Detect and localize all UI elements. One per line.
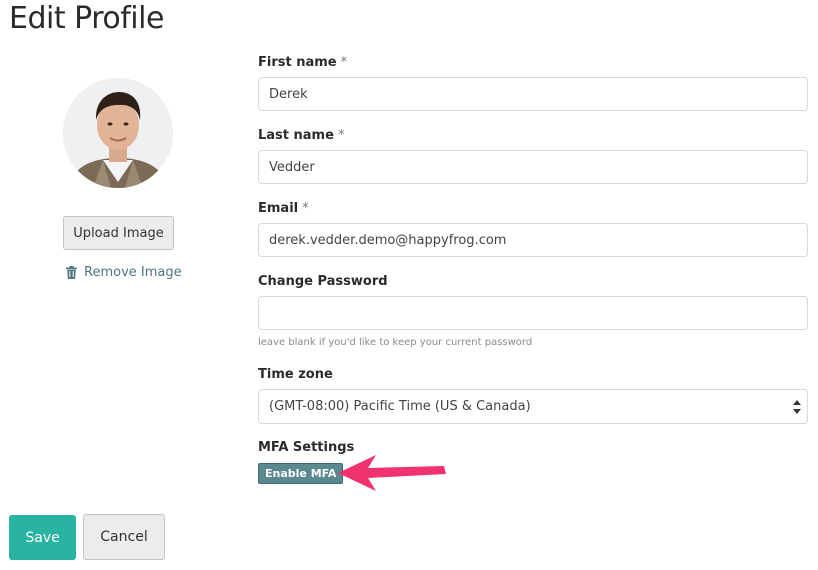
time-zone-selected: (GMT-08:00) Pacific Time (US & Canada) [269, 399, 531, 414]
required-mark: * [337, 128, 345, 143]
trash-icon [66, 266, 77, 279]
last-name-input[interactable] [258, 150, 808, 184]
last-name-label: Last name * [258, 128, 344, 143]
change-password-label: Change Password [258, 274, 388, 289]
cancel-button[interactable]: Cancel [83, 514, 165, 560]
page-title: Edit Profile [9, 1, 164, 36]
password-help-text: leave blank if you'd like to keep your c… [258, 337, 533, 348]
email-label: Email * [258, 201, 309, 216]
first-name-input[interactable] [258, 77, 808, 111]
remove-image-link[interactable]: Remove Image [66, 265, 182, 280]
avatar-image [63, 78, 173, 188]
email-input[interactable] [258, 223, 808, 257]
enable-mfa-button[interactable]: Enable MFA [258, 463, 344, 484]
remove-image-label: Remove Image [84, 265, 182, 280]
required-mark: * [302, 201, 309, 216]
select-arrows-icon [793, 400, 801, 414]
first-name-label-text: First name [258, 55, 337, 70]
annotation-arrow [338, 455, 446, 491]
password-input[interactable] [258, 296, 808, 330]
required-mark: * [340, 55, 348, 70]
last-name-label-text: Last name [258, 128, 334, 143]
avatar [63, 78, 173, 188]
upload-image-button[interactable]: Upload Image [63, 216, 174, 250]
time-zone-select[interactable]: (GMT-08:00) Pacific Time (US & Canada) [258, 389, 808, 424]
email-label-text: Email [258, 201, 299, 216]
time-zone-label: Time zone [258, 367, 333, 382]
first-name-label: First name * [258, 55, 347, 70]
save-button[interactable]: Save [9, 515, 76, 560]
